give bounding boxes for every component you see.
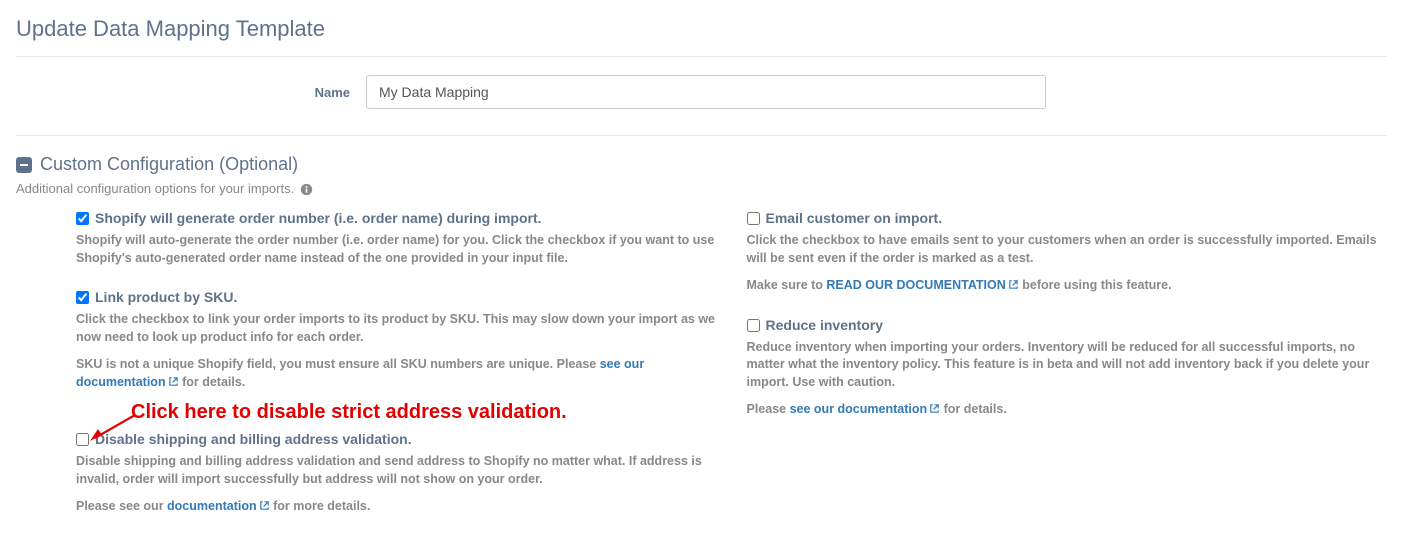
documentation-link[interactable]: documentation [167,499,270,513]
opt-desc: Reduce inventory when importing your ord… [747,339,1388,392]
info-icon[interactable] [300,183,313,196]
annotation-label: Click here to disable strict address val… [131,401,567,424]
checkbox-link-sku[interactable] [76,291,89,304]
opt-disable-address-validation: Click here to disable strict address val… [76,431,717,516]
external-link-icon [1008,278,1019,296]
opt-label: Disable shipping and billing address val… [95,431,412,447]
external-link-icon [168,375,179,393]
opt-label: Link product by SKU. [95,289,237,305]
opt-desc: Disable shipping and billing address val… [76,453,717,488]
opt-reduce-inventory: Reduce inventory Reduce inventory when i… [747,317,1388,419]
opt-desc: Click the checkbox to link your order im… [76,311,717,346]
checkbox-email-customer[interactable] [747,212,760,225]
left-column: Shopify will generate order number (i.e.… [76,210,717,538]
name-row: Name [16,75,1387,109]
opt-label: Shopify will generate order number (i.e.… [95,210,542,226]
opt-desc: SKU is not a unique Shopify field, you m… [76,356,717,391]
collapse-toggle-icon[interactable] [16,157,32,173]
opt-email-customer: Email customer on import. Click the chec… [747,210,1388,295]
opt-link-sku: Link product by SKU. Click the checkbox … [76,289,717,391]
opt-label: Email customer on import. [766,210,943,226]
opt-desc: Click the checkbox to have emails sent t… [747,232,1388,267]
external-link-icon [929,402,940,420]
divider [16,135,1387,136]
name-label: Name [16,85,366,100]
checkbox-generate-order-number[interactable] [76,212,89,225]
opt-desc: Please see our documentation for details… [747,401,1388,419]
divider [16,56,1387,57]
opt-desc: Make sure to READ OUR DOCUMENTATION befo… [747,277,1388,295]
name-input[interactable] [366,75,1046,109]
page-title: Update Data Mapping Template [16,16,1387,42]
documentation-link[interactable]: see our documentation [790,402,941,416]
external-link-icon [259,499,270,517]
checkbox-disable-address-validation[interactable] [76,433,89,446]
section-header: Custom Configuration (Optional) [16,154,1387,175]
opt-label: Reduce inventory [766,317,883,333]
documentation-link[interactable]: READ OUR DOCUMENTATION [826,278,1018,292]
right-column: Email customer on import. Click the chec… [747,210,1388,538]
section-title: Custom Configuration (Optional) [40,154,298,175]
opt-generate-order-number: Shopify will generate order number (i.e.… [76,210,717,267]
opt-desc: Please see our documentation for more de… [76,498,717,516]
section-desc: Additional configuration options for you… [16,181,1387,196]
checkbox-reduce-inventory[interactable] [747,319,760,332]
opt-desc: Shopify will auto-generate the order num… [76,232,717,267]
